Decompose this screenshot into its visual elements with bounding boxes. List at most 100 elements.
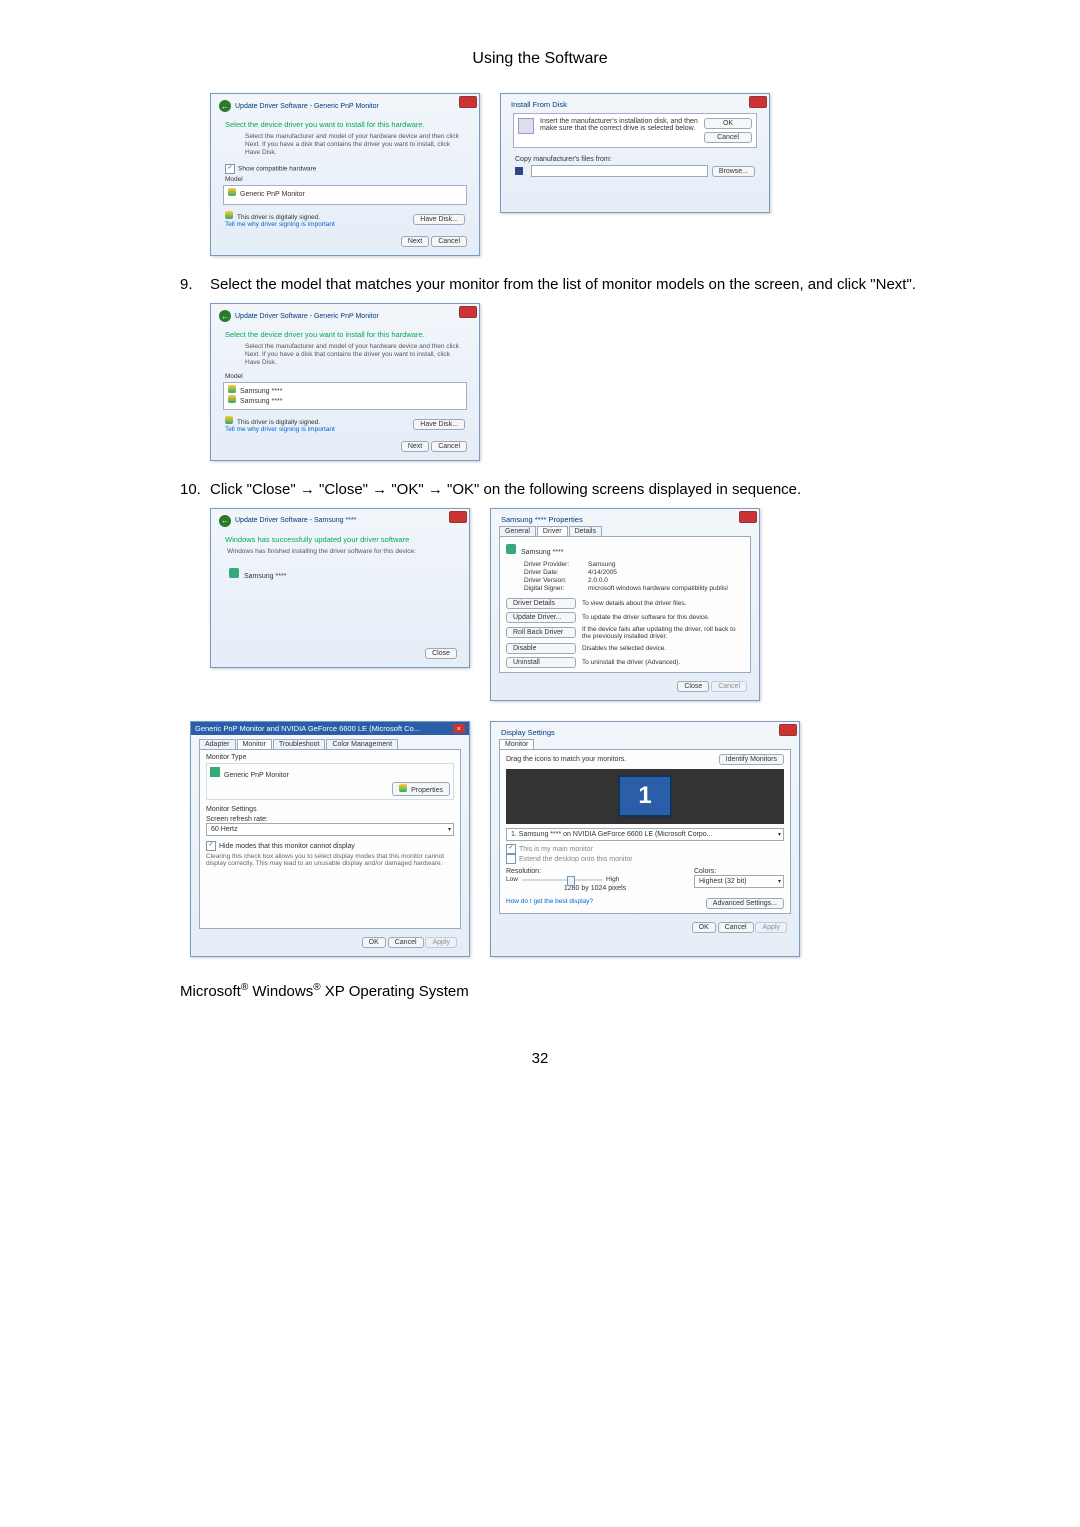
refresh-label: Screen refresh rate: [206,816,454,823]
monitor-properties-dialog: Generic PnP Monitor and NVIDIA GeForce 6… [190,721,470,957]
prop-label: Driver Date: [524,569,584,576]
driver-details-button[interactable]: Driver Details [506,598,576,609]
install-from-disk-dialog: Install From Disk Insert the manufacture… [500,93,770,213]
tab-driver[interactable]: Driver [537,526,568,536]
resolution-slider[interactable] [522,879,602,881]
disk-icon [518,118,534,134]
have-disk-button[interactable]: Have Disk... [413,214,465,225]
res-high: High [606,876,619,883]
browse-button[interactable]: Browse... [712,166,755,177]
extend-checkbox [506,854,516,864]
cancel-button[interactable]: Cancel [704,132,752,143]
dialog-header: Select the device driver you want to ins… [215,324,475,343]
dialog-title: Display Settings [495,726,795,739]
step-text: Select the model that matches your monit… [210,276,1000,293]
tab-troubleshoot[interactable]: Troubleshoot [273,739,326,749]
apply-button: Apply [425,937,457,948]
cancel-button[interactable]: Cancel [388,937,424,948]
shield-icon [399,784,407,792]
step-text: Click "Close" → "Close" → "OK" → "OK" on… [210,481,1000,498]
update-driver-dialog-2: ←Update Driver Software - Generic PnP Mo… [210,303,480,460]
close-icon[interactable] [749,96,767,108]
list-item[interactable]: Generic PnP Monitor [240,191,305,198]
close-icon[interactable] [449,511,467,523]
monitor-select[interactable]: 1. Samsung **** on NVIDIA GeForce 6600 L… [506,828,784,841]
tab-monitor[interactable]: Monitor [499,739,534,749]
back-icon[interactable]: ← [219,100,231,112]
prop-value: 4/14/2005 [588,569,744,576]
btn-desc: To update the driver software for this d… [582,614,744,621]
device-name: Samsung **** [244,573,286,580]
monitor-type-value: Generic PnP Monitor [224,772,289,779]
properties-button[interactable]: Properties [392,782,450,796]
prop-value: Samsung [588,561,744,568]
step-number: 9. [180,276,210,293]
monitor-icon [506,544,516,554]
compat-checkbox[interactable]: ✓ [225,164,235,174]
drag-label: Drag the icons to match your monitors. [506,756,626,763]
close-button[interactable]: Close [425,648,457,659]
signing-link[interactable]: Tell me why driver signing is important [225,426,335,433]
monitor-settings-label: Monitor Settings [206,806,454,813]
model-list[interactable]: Samsung **** Samsung **** [223,382,467,410]
hide-modes-checkbox[interactable]: ✓ [206,841,216,851]
next-button[interactable]: Next [401,236,429,247]
close-icon[interactable] [459,96,477,108]
tab-general[interactable]: General [499,526,536,536]
next-button[interactable]: Next [401,441,429,452]
monitor-1-icon[interactable]: 1 [618,775,672,817]
dialog-title: Generic PnP Monitor and NVIDIA GeForce 6… [195,724,420,733]
os-heading: Microsoft® Windows® XP Operating System [180,982,1000,1000]
path-field[interactable] [531,165,708,177]
identify-button[interactable]: Identify Monitors [719,754,784,765]
signing-link[interactable]: Tell me why driver signing is important [225,221,335,228]
uninstall-button[interactable]: Uninstall [506,657,576,668]
btn-desc: Disables the selected device. [582,645,744,652]
refresh-dropdown[interactable]: 60 Hertz [206,823,454,836]
step-number: 10. [180,481,210,498]
monitor-icon [229,568,239,578]
close-icon[interactable]: × [453,724,465,733]
disable-button[interactable]: Disable [506,643,576,654]
ok-button[interactable]: OK [692,922,716,933]
apply-button: Apply [755,922,787,933]
page-number: 32 [80,1050,1000,1067]
ok-button[interactable]: OK [704,118,752,129]
rollback-button[interactable]: Roll Back Driver [506,627,576,638]
tab-color[interactable]: Color Management [326,739,398,749]
cancel-button[interactable]: Cancel [431,236,467,247]
main-monitor-label: This is my main monitor [519,846,593,853]
hide-modes-desc: Clearing this check box allows you to se… [206,853,454,867]
list-item[interactable]: Samsung **** [240,398,282,405]
close-icon[interactable] [739,511,757,523]
update-driver-button[interactable]: Update Driver... [506,612,576,623]
have-disk-button[interactable]: Have Disk... [413,419,465,430]
model-list[interactable]: Generic PnP Monitor [223,185,467,205]
advanced-button[interactable]: Advanced Settings... [706,898,784,909]
back-icon[interactable]: ← [219,515,231,527]
tab-details[interactable]: Details [569,526,602,536]
cancel-button[interactable]: Cancel [718,922,754,933]
prop-label: Digital Signer: [524,585,584,592]
signed-text: This driver is digitally signed. [237,419,320,426]
cancel-button[interactable]: Cancel [431,441,467,452]
shield-icon [228,385,236,393]
copy-label: Copy manufacturer's files from: [505,150,765,165]
back-icon[interactable]: ← [219,310,231,322]
shield-icon [225,416,233,424]
list-item[interactable]: Samsung **** [240,388,282,395]
tab-monitor[interactable]: Monitor [237,739,272,749]
best-display-link[interactable]: How do I get the best display? [506,898,593,909]
btn-desc: If the device fails after updating the d… [582,626,744,640]
cancel-button: Cancel [711,681,747,692]
close-button[interactable]: Close [677,681,709,692]
model-label: Model [215,373,475,380]
colors-dropdown[interactable]: Highest (32 bit) [694,875,784,888]
device-name: Samsung **** [521,549,563,556]
monitor-preview[interactable]: 1 [506,769,784,824]
close-icon[interactable] [779,724,797,736]
tab-adapter[interactable]: Adapter [199,739,236,749]
close-icon[interactable] [459,306,477,318]
ok-button[interactable]: OK [362,937,386,948]
signed-text: This driver is digitally signed. [237,214,320,221]
